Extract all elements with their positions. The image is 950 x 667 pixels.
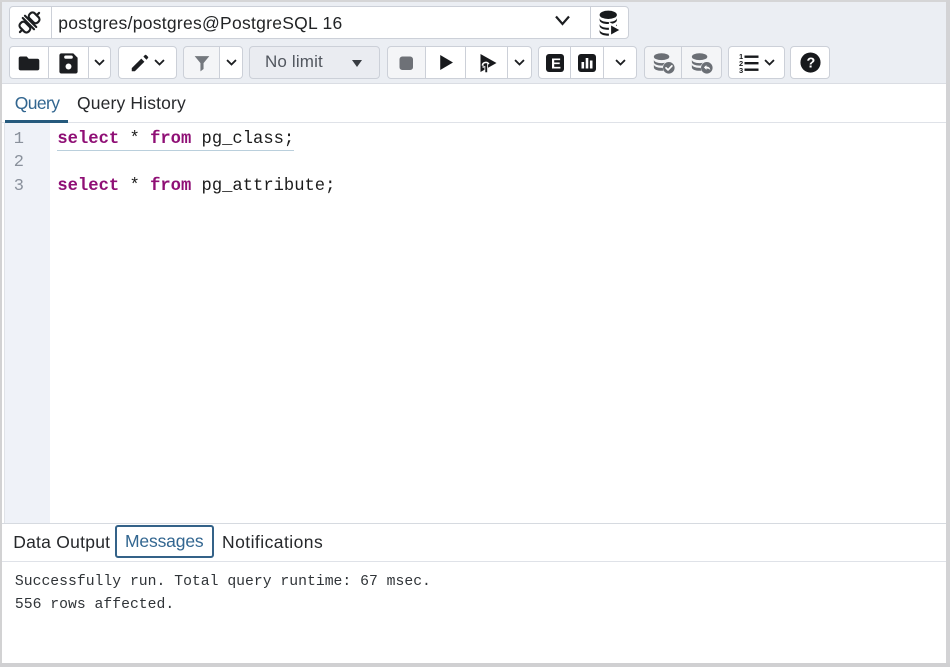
svg-text:?: ? [806, 56, 815, 72]
svg-text:E: E [551, 55, 561, 72]
svg-text:3: 3 [739, 66, 743, 75]
